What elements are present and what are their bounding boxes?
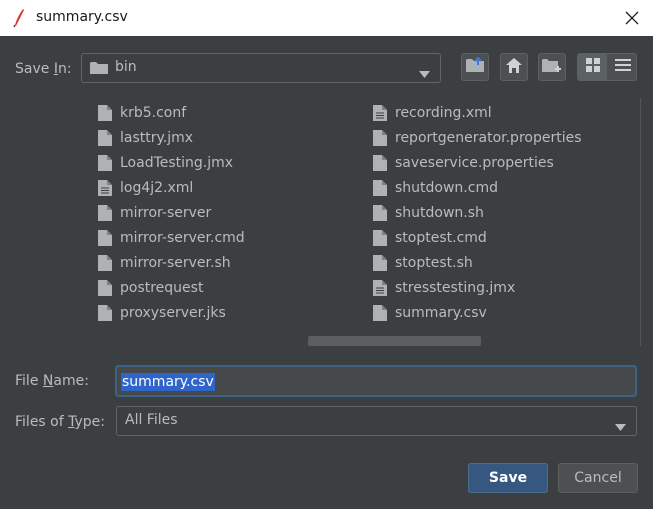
file-item-name: mirror-server.cmd: [120, 230, 245, 246]
file-icon: [98, 255, 112, 271]
horizontal-scrollbar-thumb[interactable]: [308, 336, 481, 346]
file-item[interactable]: saveservice.properties: [373, 153, 554, 173]
title-bar: summary.csv: [0, 0, 653, 36]
file-item[interactable]: summary.csv: [373, 303, 487, 323]
file-item[interactable]: mirror-server: [98, 203, 211, 223]
file-name-selected-text: summary.csv: [121, 373, 215, 391]
dialog-body: Save In: bin krb5.conf lasttry.jmx LoadT…: [0, 36, 653, 509]
file-item-name: lasttry.jmx: [120, 130, 194, 146]
file-name-input[interactable]: summary.csv: [115, 365, 637, 397]
file-icon: [373, 305, 387, 321]
file-item[interactable]: postrequest: [98, 278, 203, 298]
save-in-combo[interactable]: bin: [81, 53, 441, 83]
new-folder-button[interactable]: [538, 53, 566, 81]
file-item[interactable]: stresstesting.jmx: [373, 278, 515, 298]
file-icon: [98, 105, 112, 121]
view-mode-toggle: [577, 53, 637, 81]
folder-up-icon: [466, 56, 484, 77]
text-file-icon: [373, 280, 387, 296]
file-item-name: log4j2.xml: [120, 180, 194, 196]
details-view-button[interactable]: [608, 54, 636, 80]
file-icon: [98, 155, 112, 171]
file-item-name: postrequest: [120, 280, 204, 296]
file-icon: [98, 205, 112, 221]
file-type-combo[interactable]: All Files: [116, 406, 637, 436]
file-item-name: summary.csv: [395, 305, 487, 321]
file-item[interactable]: mirror-server.cmd: [98, 228, 245, 248]
up-one-level-button[interactable]: [461, 53, 489, 81]
save-in-label: Save In:: [15, 61, 72, 77]
file-icon: [373, 255, 387, 271]
new-folder-icon: [542, 57, 562, 77]
file-item-name: stresstesting.jmx: [395, 280, 516, 296]
file-item-name: reportgenerator.properties: [395, 130, 582, 146]
file-icon: [98, 280, 112, 296]
file-item[interactable]: shutdown.cmd: [373, 178, 498, 198]
file-item-name: saveservice.properties: [395, 155, 554, 171]
file-type-value: All Files: [125, 412, 178, 428]
file-item-name: shutdown.sh: [395, 205, 484, 221]
file-icon: [373, 230, 387, 246]
text-file-icon: [98, 180, 112, 196]
file-icon: [98, 130, 112, 146]
home-icon: [506, 57, 522, 77]
file-item[interactable]: stoptest.cmd: [373, 228, 487, 248]
cancel-button[interactable]: Cancel: [558, 463, 638, 493]
file-icon: [98, 230, 112, 246]
file-item[interactable]: recording.xml: [373, 103, 492, 123]
file-item[interactable]: LoadTesting.jmx: [98, 153, 233, 173]
save-in-value: bin: [115, 59, 137, 75]
file-icon: [373, 205, 387, 221]
file-icon: [373, 130, 387, 146]
text-file-icon: [373, 105, 387, 121]
file-item[interactable]: shutdown.sh: [373, 203, 484, 223]
file-item[interactable]: reportgenerator.properties: [373, 128, 582, 148]
list-view-button[interactable]: [578, 54, 607, 80]
chevron-down-icon: [419, 66, 430, 82]
file-item-name: mirror-server.sh: [120, 255, 231, 271]
file-type-label: Files of Type:: [15, 414, 106, 430]
file-item[interactable]: stoptest.sh: [373, 253, 473, 273]
file-item-name: LoadTesting.jmx: [120, 155, 234, 171]
window-title: summary.csv: [36, 9, 128, 25]
file-item-name: shutdown.cmd: [395, 180, 498, 196]
file-name-label: File Name:: [15, 373, 89, 389]
file-item-name: stoptest.sh: [395, 255, 473, 271]
feather-icon: [12, 8, 26, 32]
file-item-name: krb5.conf: [120, 105, 187, 121]
file-item[interactable]: mirror-server.sh: [98, 253, 231, 273]
file-icon: [373, 180, 387, 196]
close-icon[interactable]: [620, 6, 644, 30]
file-item-name: recording.xml: [395, 105, 492, 121]
details-list-icon: [614, 59, 631, 75]
file-icon: [373, 155, 387, 171]
save-button[interactable]: Save: [468, 463, 548, 493]
list-edge: [640, 98, 641, 346]
file-item[interactable]: krb5.conf: [98, 103, 186, 123]
file-item-name: stoptest.cmd: [395, 230, 487, 246]
grid-icon: [585, 58, 600, 76]
file-item-name: mirror-server: [120, 205, 212, 221]
home-button[interactable]: [500, 53, 528, 81]
file-item[interactable]: log4j2.xml: [98, 178, 193, 198]
file-icon: [98, 305, 112, 321]
folder-icon: [90, 61, 108, 79]
chevron-down-icon: [615, 419, 626, 435]
file-list: krb5.conf lasttry.jmx LoadTesting.jmx log4j…: [80, 98, 640, 346]
file-item-name: proxyserver.jks: [120, 305, 226, 321]
file-item[interactable]: proxyserver.jks: [98, 303, 226, 323]
file-item[interactable]: lasttry.jmx: [98, 128, 193, 148]
